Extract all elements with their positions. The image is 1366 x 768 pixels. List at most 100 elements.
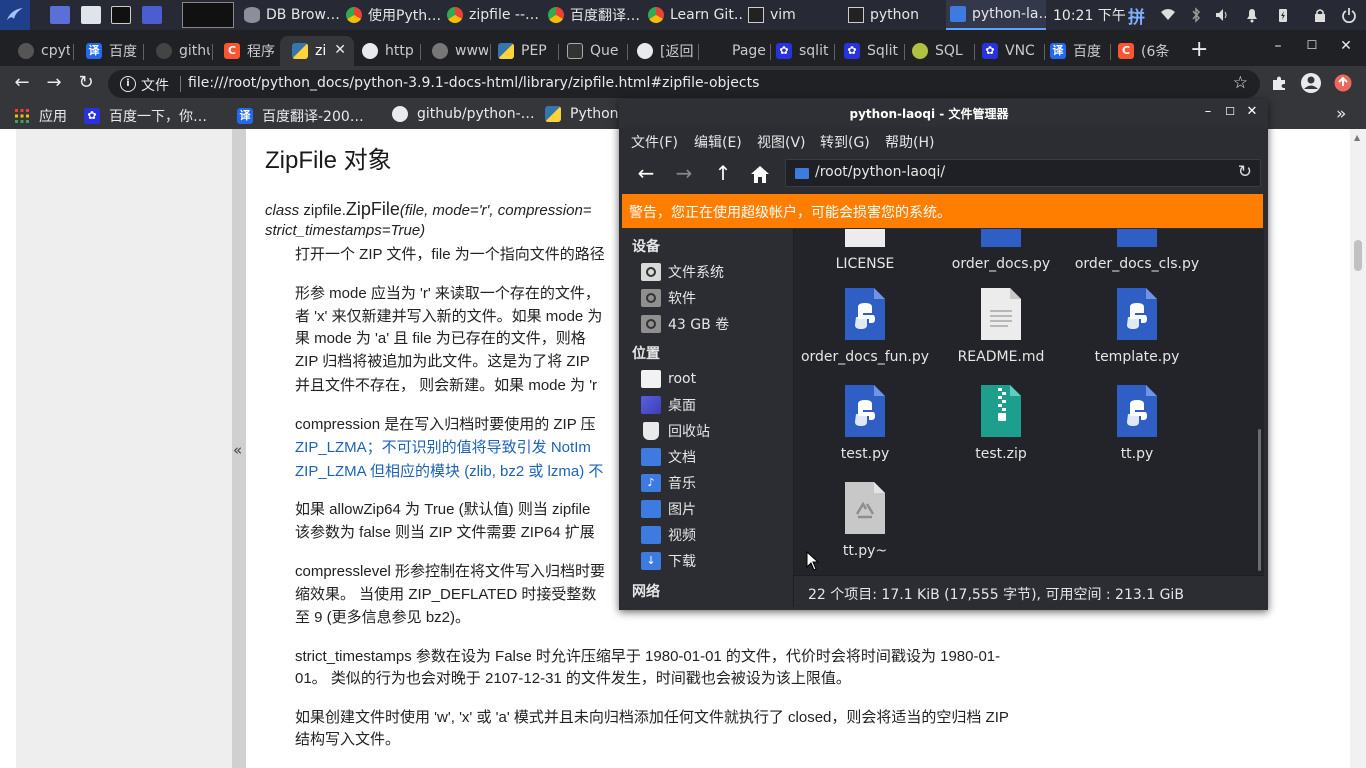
terminal-launcher-icon[interactable] (111, 6, 131, 24)
forward-arrow-icon[interactable]: → (669, 160, 699, 188)
task-chrome-2[interactable]: zipfile --… (447, 0, 545, 30)
more-bookmarks-button[interactable]: » (1336, 104, 1346, 124)
sidebar-item-documents[interactable]: 文档 (641, 446, 696, 468)
task-vim[interactable]: vim (748, 0, 840, 30)
tab-13[interactable]: SQL (900, 36, 972, 66)
url-text[interactable]: file:///root/python_docs/python-3.9.1-do… (188, 75, 759, 91)
path-input[interactable]: /root/python-laoqi/ (815, 164, 945, 180)
tab-4-active[interactable]: zi ✕ (280, 36, 354, 66)
file-item[interactable]: tt.py (1069, 384, 1205, 474)
task-chrome-4[interactable]: Learn Git… (648, 0, 744, 30)
sidebar-item-43gb-volume[interactable]: 43 GB 卷 (641, 313, 729, 335)
doc-paragraph-3-line[interactable]: ZIP_LZMA；不可识别的值将导致引发 NotIm (295, 437, 591, 459)
path-bar[interactable]: /root/python-laoqi/ ↻ (785, 159, 1261, 187)
menu-help[interactable]: 帮助(H) (885, 132, 934, 152)
sidebar-item-filesystem[interactable]: 文件系统 (641, 261, 724, 283)
menu-view[interactable]: 视图(V) (757, 132, 806, 152)
tab-8[interactable]: Que (555, 36, 625, 66)
input-method-indicator[interactable]: 拼 (1128, 0, 1145, 30)
tab-0[interactable]: cpyt (6, 36, 70, 66)
update-available-icon[interactable] (1334, 74, 1352, 92)
tab-7[interactable]: PEP (486, 36, 556, 66)
file-item[interactable]: README.md (933, 287, 1069, 377)
sidebar-item-trash[interactable]: 回收站 (641, 420, 710, 442)
fm-close-button[interactable]: ✕ (1243, 103, 1261, 121)
back-arrow-icon[interactable]: ← (631, 160, 661, 188)
bookmark-baidu[interactable]: ✿ 百度一下，你… (84, 106, 207, 126)
start-menu-button[interactable] (0, 0, 30, 30)
tab-14[interactable]: ✿ VNC (970, 36, 1042, 66)
file-grid-scrollbar[interactable] (1258, 429, 1261, 571)
up-arrow-icon[interactable]: ↑ (708, 160, 738, 188)
profile-avatar-icon[interactable] (1300, 72, 1322, 94)
tab-1[interactable]: 译 百度 (74, 36, 142, 66)
bluetooth-icon[interactable] (1188, 7, 1204, 23)
file-item[interactable]: order_docs_cls.py (1069, 229, 1205, 284)
task-file-manager[interactable]: python-la… (946, 0, 1046, 30)
address-bar[interactable]: i 文件 file:///root/python_docs/python-3.9… (108, 70, 1260, 98)
sidebar-item-downloads[interactable]: ↓ 下载 (641, 550, 696, 572)
volume-icon[interactable] (1214, 7, 1230, 23)
back-arrow-icon[interactable]: ← (10, 72, 34, 96)
task-chrome-1[interactable]: 使用Pyth… (346, 0, 444, 30)
file-item[interactable]: test.py (797, 384, 933, 474)
site-info-icon[interactable]: i (120, 76, 136, 92)
forward-arrow-icon[interactable]: → (42, 72, 66, 96)
tab-2[interactable]: githu (144, 36, 210, 66)
bookmark-baidu-translate[interactable]: 译 百度翻译-200… (237, 106, 364, 126)
sidebar-item-pictures[interactable]: 图片 (641, 498, 696, 520)
tab-11[interactable]: ✿ sqlit (764, 36, 836, 66)
power-icon[interactable] (1341, 7, 1357, 23)
tab-16[interactable]: C (6条 (1106, 36, 1180, 66)
bookmark-github[interactable]: github/python-… (392, 106, 535, 122)
close-browser-button[interactable]: ✕ (1336, 38, 1356, 54)
sidebar-item-desktop[interactable]: 桌面 (641, 394, 696, 416)
menu-file[interactable]: 文件(F) (631, 132, 678, 152)
sidebar-collapse-button[interactable]: « (232, 129, 246, 768)
file-manager-launcher-icon[interactable] (81, 6, 101, 24)
page-scrollbar-thumb[interactable] (1354, 240, 1362, 271)
fm-maximize-button[interactable]: ☐ (1221, 103, 1239, 121)
sidebar-item-software[interactable]: 软件 (641, 287, 696, 309)
tab-5[interactable]: http (350, 36, 418, 66)
fm-titlebar[interactable]: python-laoqi - 文件管理器 – ☐ ✕ (619, 99, 1268, 127)
close-tab-icon[interactable]: ✕ (334, 42, 346, 58)
file-item[interactable]: order_docs.py (933, 229, 1069, 284)
desktop-launcher-icon[interactable] (50, 6, 70, 24)
workspace-switcher[interactable] (182, 2, 234, 28)
menu-edit[interactable]: 编辑(E) (694, 132, 742, 152)
reload-icon[interactable]: ↻ (74, 72, 98, 96)
tab-3[interactable]: C 程序 (212, 36, 282, 66)
bookmark-python[interactable]: Python (545, 106, 619, 122)
notification-bell-icon[interactable] (1244, 7, 1260, 23)
new-tab-button[interactable]: + (1190, 37, 1208, 62)
wifi-icon[interactable] (1160, 7, 1176, 23)
extensions-puzzle-icon[interactable] (1270, 74, 1288, 92)
page-scrollbar[interactable]: ▲ (1350, 129, 1366, 768)
clock[interactable]: 10:21 下午 (1053, 0, 1126, 30)
tab-12[interactable]: ✿ Sqlit (832, 36, 902, 66)
task-db-browser[interactable]: DB Brow… (244, 0, 344, 30)
minimize-browser-button[interactable]: – (1268, 38, 1288, 54)
home-icon[interactable] (749, 164, 771, 184)
tab-15[interactable]: 译 百度 (1038, 36, 1110, 66)
bookmark-star-icon[interactable]: ☆ (1233, 73, 1248, 93)
screen-launcher-icon[interactable] (142, 6, 162, 24)
task-chrome-3[interactable]: 百度翻译… (548, 0, 646, 30)
refresh-icon[interactable]: ↻ (1238, 162, 1252, 182)
lock-icon[interactable] (1312, 7, 1328, 23)
task-python-terminal[interactable]: python (848, 0, 940, 30)
file-item[interactable]: template.py (1069, 287, 1205, 377)
tab-9[interactable]: [返回 (625, 36, 697, 66)
file-item[interactable]: LICENSE (797, 229, 933, 284)
file-item[interactable]: test.zip (933, 384, 1069, 474)
sidebar-item-videos[interactable]: 视频 (641, 524, 696, 546)
sidebar-item-music[interactable]: ♪ 音乐 (641, 472, 696, 494)
battery-charging-icon[interactable] (1275, 7, 1291, 23)
maximize-browser-button[interactable]: ☐ (1302, 38, 1322, 52)
menu-go[interactable]: 转到(G) (820, 132, 870, 152)
fm-minimize-button[interactable]: – (1199, 103, 1217, 121)
tab-10[interactable]: Page (697, 36, 771, 66)
file-item[interactable]: order_docs_fun.py (797, 287, 933, 377)
doc-paragraph-3-line[interactable]: ZIP_LZMA 但相应的模块 (zlib, bz2 或 lzma) 不 (295, 461, 603, 483)
